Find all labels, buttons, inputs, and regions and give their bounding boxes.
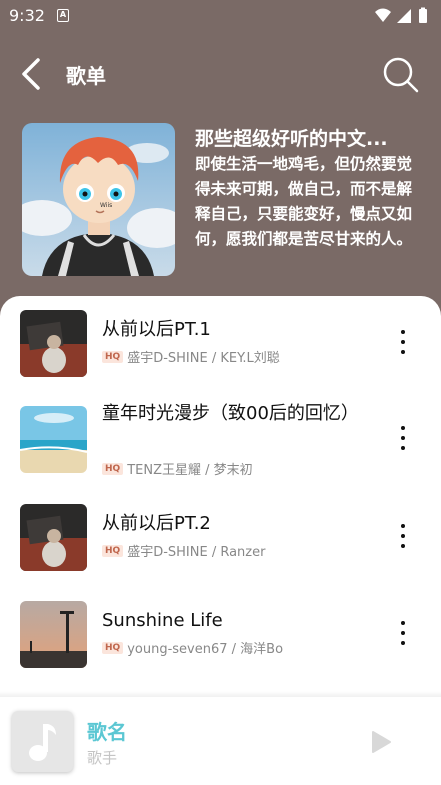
song-item-1[interactable]: 从前以后PT.1 HQ 盛宇D-SHINE / KEY.L刘聪 [0, 310, 441, 390]
song-subtitle: HQ TENZ王星耀 / 梦末初 [102, 459, 253, 478]
song-subtitle: HQ 盛宇D-SHINE / Ranzer [102, 541, 265, 560]
more-options-button[interactable] [394, 621, 412, 651]
song-title: 从前以后PT.2 [102, 513, 211, 534]
page-title: 歌单 [66, 64, 106, 88]
notification-icon: A [57, 9, 69, 22]
status-bar: 9:32 A [0, 0, 441, 32]
mini-player-artist: 歌手 [87, 749, 118, 767]
song-item-3[interactable]: 从前以后PT.2 HQ 盛宇D-SHINE / Ranzer [0, 504, 441, 584]
play-button[interactable] [370, 730, 392, 754]
song-title: 童年时光漫步（致00后的回忆） [102, 403, 359, 424]
mini-player-title: 歌名 [87, 720, 127, 744]
system-icons [375, 7, 427, 23]
back-arrow-icon [22, 58, 40, 90]
status-time: 9:32 [9, 6, 45, 25]
more-options-button[interactable] [394, 426, 412, 456]
hq-badge: HQ [102, 641, 124, 654]
mini-player-art [12, 711, 73, 772]
song-title: 从前以后PT.1 [102, 319, 211, 340]
search-button[interactable] [380, 54, 420, 94]
song-subtitle: HQ 盛宇D-SHINE / KEY.L刘聪 [102, 347, 280, 366]
battery-icon [419, 9, 427, 23]
hq-badge: HQ [102, 350, 124, 363]
play-icon [372, 731, 391, 753]
mini-player[interactable]: 歌名 歌手 [0, 691, 441, 785]
song-item-4[interactable]: Sunshine Life HQ young-seven67 / 海洋Bo [0, 601, 441, 681]
more-options-button[interactable] [394, 330, 412, 360]
playlist-title: 那些超级好听的中文... [195, 128, 388, 150]
song-thumbnail [20, 406, 87, 473]
song-subtitle: HQ young-seven67 / 海洋Bo [102, 638, 283, 657]
song-thumbnail [20, 601, 87, 668]
song-thumbnail [20, 504, 87, 571]
song-artists: 盛宇D-SHINE / Ranzer [127, 545, 266, 560]
cover-illustration: Wiis [22, 123, 175, 276]
song-item-2[interactable]: 童年时光漫步（致00后的回忆） HQ TENZ王星耀 / 梦末初 [0, 403, 441, 492]
mini-player-shadow [0, 691, 441, 697]
signal-icon [397, 9, 411, 23]
song-thumbnail [20, 310, 87, 377]
playlist-description: 即使生活一地鸡毛，但仍然要觉得未来可期，做自己，而不是解释自己，只要能变好，慢点… [195, 155, 413, 248]
song-artists: 盛宇D-SHINE / KEY.L刘聪 [127, 351, 280, 366]
song-artists: TENZ王星耀 / 梦末初 [127, 463, 253, 478]
playlist-screen: 9:32 A 歌单 Wiis 那些超级好听的中文... 即使生活一地鸡毛，但仍然… [0, 0, 441, 785]
more-options-button[interactable] [394, 524, 412, 554]
song-artists: young-seven67 / 海洋Bo [127, 642, 284, 657]
playlist-cover[interactable]: Wiis [22, 123, 175, 276]
hq-badge: HQ [102, 462, 124, 475]
cover-text: Wiis [100, 202, 112, 209]
music-note-icon [29, 724, 56, 761]
hq-badge: HQ [102, 544, 124, 557]
wifi-icon [375, 8, 391, 22]
search-icon [383, 57, 419, 93]
header: 歌单 [0, 48, 441, 100]
back-button[interactable] [18, 56, 48, 92]
song-title: Sunshine Life [102, 610, 223, 631]
